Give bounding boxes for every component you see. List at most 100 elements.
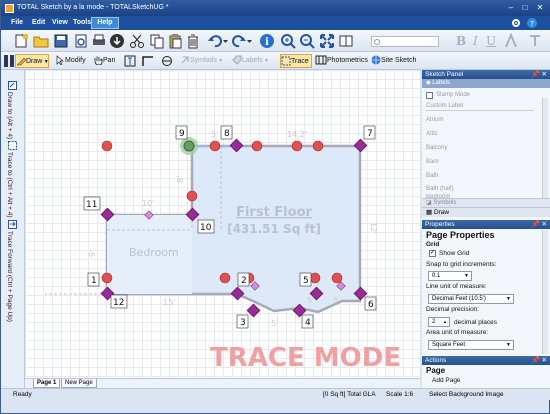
font-selector[interactable] [371, 36, 439, 47]
app-window: TOTAL Sketch by a la mode - TOTALSketchU… [0, 0, 550, 414]
draw-mode-button[interactable]: Draw ▼ [15, 54, 49, 68]
trace-point[interactable] [312, 140, 324, 152]
download-icon[interactable] [109, 33, 125, 49]
properties-close-icon[interactable]: 📌 ✕ [532, 220, 547, 229]
trace-point[interactable] [331, 272, 343, 284]
floor-plan-drawing: 5' 14.2' 10' 15' 5' 5' 5' 9' 12' 8' Firs… [45, 125, 401, 373]
chevron-down-icon: ▼ [464, 273, 469, 279]
zoom-out-icon[interactable] [299, 33, 315, 49]
label-item-bath-half[interactable]: Bath (half) [426, 186, 454, 192]
trace-point[interactable] [309, 272, 321, 284]
close-button[interactable]: ✕ [534, 3, 546, 13]
line-unit-select[interactable]: Decimal Feet (10.5') ▼ [428, 294, 514, 304]
label-item-attic[interactable]: Attic [426, 131, 438, 137]
help-icon[interactable]: ? [527, 18, 537, 28]
trace-point[interactable] [251, 140, 263, 152]
trace-point[interactable] [101, 140, 113, 152]
vertex-marker[interactable] [246, 303, 261, 318]
menu-view[interactable]: View [52, 19, 68, 26]
save-icon[interactable] [53, 33, 69, 49]
trace-point[interactable] [219, 272, 231, 284]
label-item-bath[interactable]: Bath [426, 173, 438, 179]
properties-scrollbar[interactable] [542, 230, 548, 354]
underline-icon[interactable]: U [486, 34, 496, 48]
sketch-canvas[interactable]: 5' 14.2' 10' 15' 5' 5' 5' 9' 12' 8' Firs… [25, 70, 420, 378]
copy-icon[interactable] [149, 33, 165, 49]
draw-to-icon[interactable] [8, 81, 17, 90]
redo-dropdown-icon[interactable] [247, 39, 252, 44]
undo-icon[interactable] [207, 33, 223, 49]
room-area[interactable]: [431.51 Sq ft] [227, 222, 321, 236]
open-folder-icon[interactable] [33, 33, 49, 49]
italic-icon[interactable]: I [473, 34, 478, 48]
zoom-in-icon[interactable] [280, 33, 296, 49]
font-color-icon[interactable] [503, 33, 519, 49]
trace-to-icon[interactable] [8, 141, 17, 150]
decimal-precision-input[interactable]: 2 ▲ [428, 317, 450, 327]
select-background-action[interactable]: Select Background Image [429, 391, 503, 398]
snap-increment-select[interactable]: 0.1 ▼ [428, 271, 472, 281]
minimize-button[interactable]: – [505, 3, 517, 13]
trace-forward-button[interactable]: Trace Forward (Ctrl + Page Up) [6, 231, 13, 322]
undo-dropdown-icon[interactable] [223, 39, 228, 44]
trace-point[interactable] [101, 272, 113, 284]
tab-new-page[interactable]: New Page [61, 379, 97, 388]
symbols-button[interactable]: Symbols ▼ [180, 54, 223, 68]
sketch-panel-close-icon[interactable]: 📌 ✕ [532, 70, 547, 79]
paste-icon[interactable] [167, 33, 183, 49]
labels-tab[interactable]: ◆ Labels [422, 79, 550, 88]
redo-icon[interactable] [231, 33, 247, 49]
draw-to-button[interactable]: Draw to (Alt + 4) [6, 92, 13, 139]
trace-point[interactable] [209, 140, 221, 152]
draw-tab[interactable]: ▦ Draw [422, 207, 550, 217]
area-unit-select[interactable]: Square Feet ▼ [428, 340, 514, 350]
maximize-button[interactable]: □ [519, 3, 531, 13]
delete-icon[interactable] [185, 33, 201, 49]
cut-icon[interactable] [129, 33, 145, 49]
menu-edit[interactable]: Edit [32, 19, 45, 26]
pan-mode-button[interactable]: Pan [93, 54, 115, 68]
trace-point[interactable] [186, 190, 198, 202]
label-item-barn[interactable]: Barn [426, 159, 439, 165]
modify-mode-button[interactable]: Modify [55, 54, 86, 68]
current-trace-point[interactable] [183, 140, 195, 152]
info-icon[interactable]: i [259, 33, 275, 49]
layout-icon[interactable] [4, 55, 14, 67]
new-file-icon[interactable] [13, 33, 29, 49]
trace-forward-icon[interactable] [8, 220, 17, 229]
trace-point[interactable] [291, 140, 303, 152]
site-sketch-button[interactable]: Site Sketch [371, 54, 416, 68]
text-direction-icon[interactable] [527, 33, 543, 49]
photometrics-button[interactable]: Photometrics [315, 54, 368, 68]
fit-to-screen-icon[interactable] [319, 33, 335, 49]
split-view-icon[interactable] [338, 33, 354, 49]
label-item-balcony[interactable]: Balcony [426, 145, 447, 151]
print-preview-icon[interactable] [73, 33, 89, 49]
gear-icon[interactable] [511, 18, 521, 28]
line-unit-label: Line unit of measure: [426, 283, 487, 290]
show-grid-checkbox[interactable]: ✓ [429, 250, 436, 257]
room-title[interactable]: First Floor [236, 205, 312, 220]
bold-icon[interactable]: B [456, 34, 466, 48]
tab-page-1[interactable]: Page 1 [33, 379, 61, 388]
symbols-tab[interactable]: ◪ Symbols [422, 198, 550, 207]
stamp-mode-checkbox[interactable] [426, 92, 433, 99]
menu-file[interactable]: File [11, 19, 23, 26]
label-item-atrium[interactable]: Atrium [426, 117, 443, 123]
bedroom-label[interactable]: Bedroom [129, 246, 179, 259]
trace-mode-button[interactable]: Trace [280, 54, 312, 68]
menu-help[interactable]: Help [91, 17, 119, 29]
print-icon[interactable] [91, 33, 107, 49]
custom-label-input[interactable]: Custom Label [426, 102, 534, 111]
rotate-icon[interactable] [161, 55, 173, 67]
wall-tool-icon[interactable] [142, 55, 154, 67]
spinner-icon[interactable]: ▲ [443, 318, 447, 326]
trace-to-button[interactable]: Trace to (Ctrl + Alt + 4) [6, 152, 13, 218]
actions-close-icon[interactable]: 📌 ✕ [532, 356, 547, 365]
labels-button[interactable]: Labels ▼ [232, 54, 269, 68]
sketch-panel-scrollbar[interactable] [542, 98, 548, 198]
vertex-label-3: 3 [240, 318, 246, 328]
menu-tools[interactable]: Tools [73, 19, 91, 26]
add-page-action[interactable]: Add Page [432, 377, 461, 384]
text-frame-icon[interactable] [124, 55, 136, 67]
